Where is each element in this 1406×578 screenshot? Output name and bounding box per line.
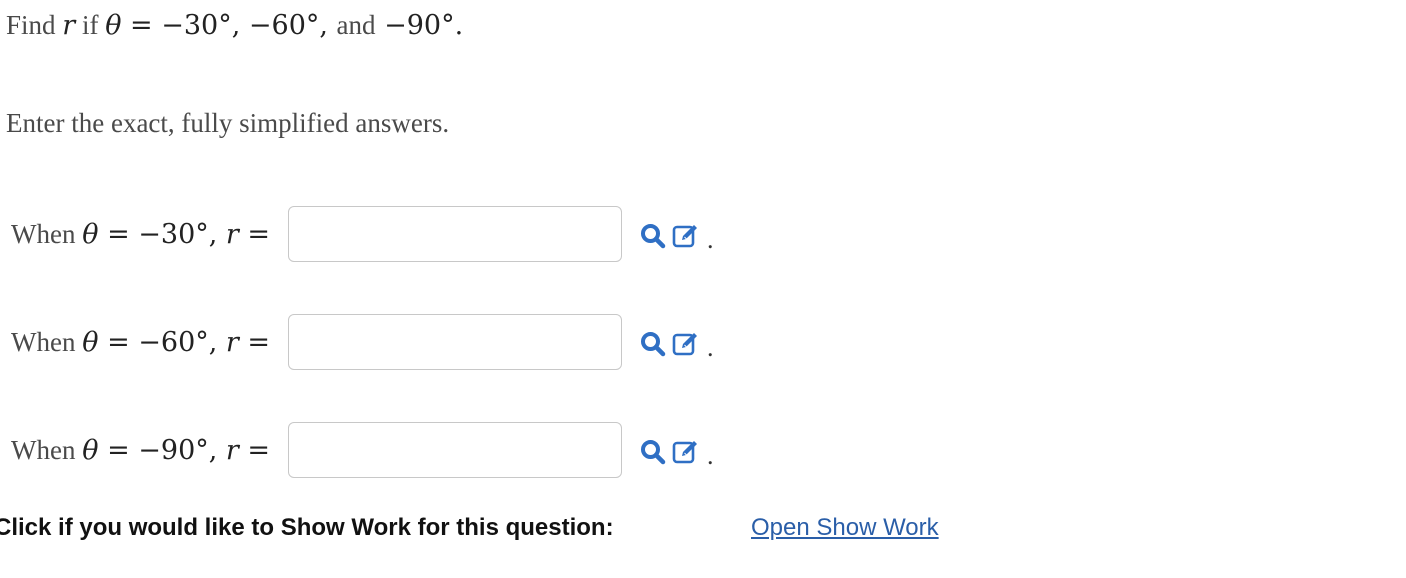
show-work-label: Click if you would like to Show Work for… bbox=[0, 514, 614, 541]
open-show-work-link[interactable]: Open Show Work bbox=[751, 514, 939, 542]
answer-input-3[interactable] bbox=[288, 422, 622, 478]
answer-tools-2: . bbox=[640, 327, 714, 361]
answer-input-1[interactable] bbox=[288, 206, 622, 262]
instructions-text: Enter the exact, fully simplified answer… bbox=[6, 108, 450, 138]
question-prompt: Find r if θ = −30°, −60°, and −90°. bbox=[6, 10, 464, 41]
answer-label-3: When θ = −90°, r = bbox=[11, 434, 271, 466]
prompt-angle-values: = −30°, −60°, bbox=[121, 10, 337, 41]
answer-row-1: When θ = −30°, r = . bbox=[11, 205, 714, 263]
answer-period-3: . bbox=[707, 441, 714, 470]
prompt-and: and bbox=[336, 10, 376, 40]
answer-tools-3: . bbox=[640, 435, 714, 469]
edit-pencil-icon[interactable] bbox=[672, 223, 700, 249]
magnifier-icon[interactable] bbox=[640, 439, 666, 465]
answer-row-3: When θ = −90°, r = . bbox=[11, 421, 714, 479]
answer-label-1: When θ = −30°, r = bbox=[11, 218, 271, 250]
edit-pencil-icon[interactable] bbox=[672, 331, 700, 357]
magnifier-icon[interactable] bbox=[640, 331, 666, 357]
answer-period-1: . bbox=[707, 225, 714, 254]
edit-pencil-icon[interactable] bbox=[672, 439, 700, 465]
prompt-variable-r: r bbox=[62, 10, 76, 41]
prompt-if: if bbox=[75, 10, 106, 40]
prompt-last-angle: −90°. bbox=[375, 10, 464, 41]
answer-period-2: . bbox=[707, 333, 714, 362]
prompt-prefix: Find bbox=[6, 10, 63, 40]
answer-tools-1: . bbox=[640, 219, 714, 253]
prompt-theta: θ bbox=[105, 10, 122, 41]
magnifier-icon[interactable] bbox=[640, 223, 666, 249]
answer-row-2: When θ = −60°, r = . bbox=[11, 313, 714, 371]
answer-input-2[interactable] bbox=[288, 314, 622, 370]
answer-label-2: When θ = −60°, r = bbox=[11, 326, 271, 358]
